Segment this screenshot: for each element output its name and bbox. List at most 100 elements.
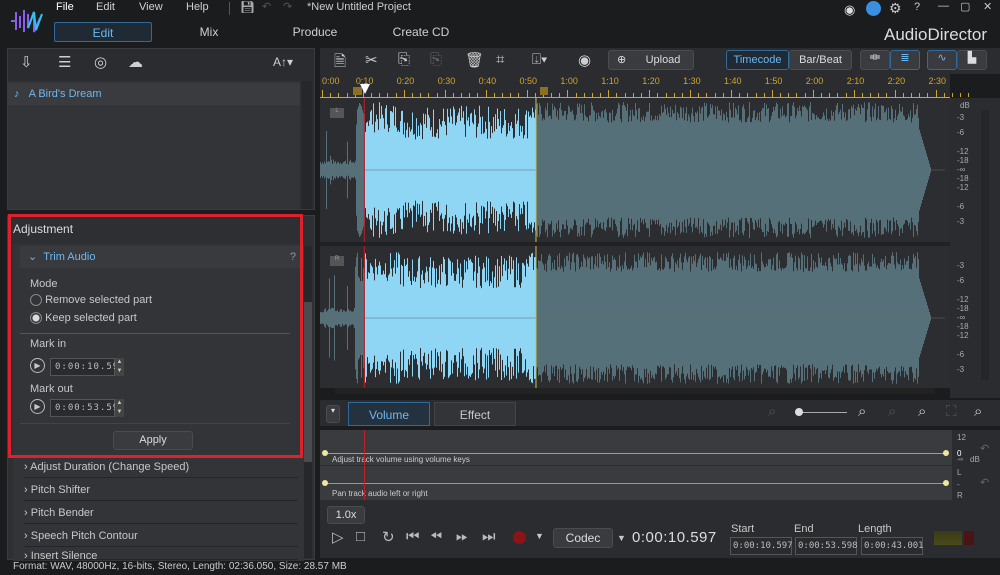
zoom-selection-icon[interactable]: ⌕ xyxy=(974,403,982,420)
maximize-button[interactable]: ▢ xyxy=(960,0,970,13)
stop-icon[interactable]: □ xyxy=(356,528,365,545)
record-dropdown-icon[interactable]: ▼ xyxy=(535,531,544,541)
zoom-in-icon[interactable]: ⌕ xyxy=(858,403,866,420)
pan-envelope[interactable] xyxy=(325,483,947,484)
length-field[interactable]: 0:00:43.001 xyxy=(861,537,924,555)
end-field[interactable]: 0:00:53.598 xyxy=(795,537,858,555)
cd-import-icon[interactable]: ◎ xyxy=(94,53,107,71)
crop-icon[interactable]: ⌗ xyxy=(496,51,504,68)
record-button[interactable] xyxy=(513,531,526,544)
tick-mark xyxy=(649,90,651,97)
copy-icon[interactable]: ⎘ xyxy=(398,51,410,68)
font-size-button[interactable]: A↑▾ xyxy=(273,55,293,69)
barbeat-toggle[interactable]: Bar/Beat xyxy=(789,50,852,70)
mark-out-flag[interactable] xyxy=(540,87,548,95)
tick-mark xyxy=(387,93,389,97)
help-icon[interactable]: ? xyxy=(914,1,920,13)
tick-mark xyxy=(763,93,765,97)
cloud-icon[interactable]: ☁ xyxy=(128,53,143,71)
envelope-node[interactable] xyxy=(943,450,949,456)
account-icon[interactable]: ◉ xyxy=(844,2,855,18)
rewind-icon[interactable]: ⏪︎ xyxy=(430,528,442,545)
cut-icon[interactable]: ✂ xyxy=(365,51,378,69)
tick-mark xyxy=(853,90,855,97)
skip-end-icon[interactable]: ⏭︎ xyxy=(482,528,496,545)
tick-mark xyxy=(477,93,479,97)
spectrum-icon[interactable]: ≣ xyxy=(890,50,920,70)
record-voice-icon[interactable]: ◉ xyxy=(578,51,591,69)
zoom-slider[interactable] xyxy=(795,408,847,416)
vertical-zoom-in-icon[interactable]: ⌕ xyxy=(918,403,926,420)
envelope-node[interactable] xyxy=(943,480,949,486)
user-badge-icon[interactable] xyxy=(866,1,881,16)
tick-mark xyxy=(428,93,430,97)
list-item[interactable]: ♪ A Bird's Dream xyxy=(8,83,300,105)
tick-mark xyxy=(616,93,618,97)
adjustment-scrollbar[interactable] xyxy=(304,246,312,558)
library-scrollbar[interactable] xyxy=(302,81,312,209)
reset-pan-icon[interactable]: ↶ xyxy=(980,476,989,489)
zoom-out-icon[interactable]: ⌕ xyxy=(768,403,776,420)
save-icon[interactable]: 💾︎ xyxy=(240,0,255,14)
tab-effect[interactable]: Effect xyxy=(434,402,516,426)
section-adjust-duration[interactable]: › Adjust Duration (Change Speed) xyxy=(24,456,298,478)
tab-edit[interactable]: Edit xyxy=(54,22,152,42)
vertical-zoom-out-icon[interactable]: ⌕ xyxy=(888,403,896,420)
section-speech-pitch[interactable]: › Speech Pitch Contour xyxy=(24,525,298,547)
waveform-area[interactable] xyxy=(320,98,950,388)
volume-envelope[interactable] xyxy=(325,453,947,454)
waveform-view-icon[interactable]: ∿ xyxy=(927,50,957,70)
menu-edit[interactable]: Edit xyxy=(96,1,115,13)
tick-label: 0:00 xyxy=(322,76,340,86)
close-button[interactable]: ✕ xyxy=(983,0,992,13)
skip-start-icon[interactable]: ⏮︎ xyxy=(406,528,420,545)
pan-hint: Pan track audio left or right xyxy=(332,489,428,498)
spectrogram-view-icon[interactable]: ▙ xyxy=(957,50,987,70)
tick-mark xyxy=(804,93,806,97)
section-pitch-bender[interactable]: › Pitch Bender xyxy=(24,502,298,524)
batch-icon[interactable]: ☰ xyxy=(58,53,71,71)
menu-view[interactable]: View xyxy=(139,1,163,13)
loop-icon[interactable]: ↻ xyxy=(382,528,395,546)
fit-icon[interactable]: ⛶ xyxy=(946,403,957,420)
h-scrollbar[interactable] xyxy=(335,388,935,394)
section-label: Pitch Shifter xyxy=(30,484,91,496)
section-pitch-shifter[interactable]: › Pitch Shifter xyxy=(24,479,298,501)
tab-produce[interactable]: Produce xyxy=(266,22,364,42)
upload-button[interactable]: ⊕ Upload xyxy=(608,50,694,70)
timecode-toggle[interactable]: Timecode xyxy=(726,50,789,70)
codec-button[interactable]: Codec xyxy=(553,528,613,548)
envelope-node[interactable] xyxy=(322,450,328,456)
reset-volume-icon[interactable]: ↶ xyxy=(980,442,989,455)
section-label: Speech Pitch Contour xyxy=(30,530,138,542)
menu-file[interactable]: File xyxy=(56,1,74,13)
play-icon[interactable]: ▷ xyxy=(332,528,344,546)
codec-dropdown-icon[interactable]: ▼ xyxy=(617,533,626,543)
tick-mark xyxy=(518,93,520,97)
waveform-zoom-icon[interactable]: ⟚ xyxy=(860,50,890,70)
import-icon[interactable]: ⇩ xyxy=(20,53,33,71)
playhead-handle[interactable] xyxy=(360,84,370,94)
delete-icon[interactable]: 🗑︎ xyxy=(465,51,484,69)
speed-button[interactable]: 1.0x xyxy=(327,506,365,524)
redo-icon[interactable]: ↷ xyxy=(283,0,292,13)
envelope-node[interactable] xyxy=(322,480,328,486)
start-field[interactable]: 0:00:10.597 xyxy=(730,537,793,555)
tab-volume[interactable]: Volume xyxy=(348,402,430,426)
minimize-button[interactable]: — xyxy=(938,0,949,12)
settings-icon[interactable]: ⚙ xyxy=(889,0,902,17)
tick-mark xyxy=(820,93,822,97)
collapse-button[interactable]: ▾ xyxy=(326,405,340,423)
undo-icon[interactable]: ↶ xyxy=(262,0,271,13)
paste-icon[interactable]: ⎘ xyxy=(430,51,442,68)
properties-icon[interactable]: 🗎︎ xyxy=(334,51,346,76)
tick-mark xyxy=(812,90,814,97)
v-scrollbar[interactable] xyxy=(981,110,989,380)
marker-icon[interactable]: ⍗▾ xyxy=(532,51,547,68)
fast-forward-icon[interactable]: ⏩︎ xyxy=(456,528,468,545)
tab-create-cd[interactable]: Create CD xyxy=(372,22,470,42)
tab-mix[interactable]: Mix xyxy=(160,22,258,42)
menu-help[interactable]: Help xyxy=(186,1,209,13)
waveform[interactable] xyxy=(320,98,950,388)
section-insert-silence[interactable]: › Insert Silence xyxy=(24,548,298,560)
